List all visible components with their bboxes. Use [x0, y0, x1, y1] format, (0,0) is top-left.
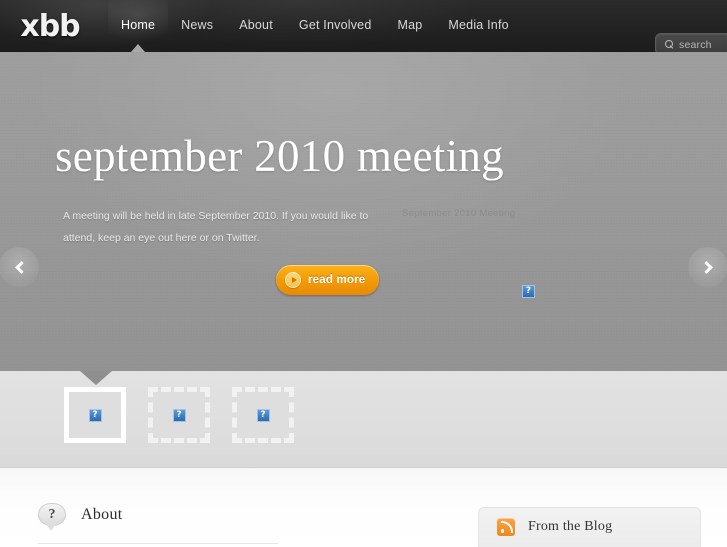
site-logo[interactable]: xbb: [4, 7, 100, 45]
search-box[interactable]: search: [655, 33, 727, 52]
question-bubble-icon: [38, 503, 66, 531]
nav-item-label: Get Involved: [298, 18, 372, 32]
about-section-header: About: [38, 503, 123, 531]
nav-item-about[interactable]: About: [226, 0, 286, 52]
nav-item-get-involved[interactable]: Get Involved: [286, 0, 385, 52]
carousel-prev-button[interactable]: [0, 247, 39, 287]
search-input[interactable]: search: [679, 39, 712, 51]
about-divider: [38, 543, 278, 544]
search-icon: [665, 40, 674, 49]
nav-item-label: Media Info: [448, 18, 509, 32]
read-more-label: read more: [308, 274, 366, 286]
nav-item-media-info[interactable]: Media Info: [435, 0, 521, 52]
thumbnail-item[interactable]: [64, 387, 126, 443]
nav-item-map[interactable]: Map: [384, 0, 435, 52]
broken-image-icon: [522, 285, 535, 298]
thumbnail-strip: [0, 371, 727, 468]
broken-image-icon: [88, 408, 102, 422]
hero-image-alt-text: September 2010 Meeting: [402, 208, 516, 219]
active-thumbnail-pointer: [80, 371, 112, 385]
blog-panel-header: From the Blog: [497, 518, 612, 536]
chevron-right-icon: [699, 260, 713, 274]
carousel-next-button[interactable]: [688, 247, 727, 287]
thumbnail-item[interactable]: [148, 387, 210, 443]
play-circle-icon: [285, 272, 301, 288]
main-navigation: Home News About Get Involved Map Media I…: [108, 0, 522, 52]
broken-image-icon: [256, 408, 270, 422]
nav-item-label: Map: [397, 18, 423, 32]
nav-item-label: Home: [121, 18, 156, 32]
hero-title: september 2010 meeting: [55, 131, 504, 181]
about-section-title: About: [81, 505, 123, 523]
nav-item-label: About: [239, 18, 273, 32]
thumbnail-item[interactable]: [232, 387, 294, 443]
thumbnail-list: [64, 387, 294, 443]
logo-wordmark: xbb: [20, 8, 80, 44]
hero-description: A meeting will be held in late September…: [63, 210, 369, 244]
content-area: About From the Blog: [0, 468, 727, 547]
site-header: xbb Home News About Get Involved Map Med…: [0, 0, 727, 52]
nav-item-label: News: [181, 18, 214, 32]
broken-image-icon: [172, 408, 186, 422]
rss-icon[interactable]: [497, 518, 515, 536]
nav-item-news[interactable]: News: [168, 0, 226, 52]
blog-panel: From the Blog: [478, 507, 701, 547]
nav-item-home[interactable]: Home: [108, 0, 169, 52]
blog-panel-title: From the Blog: [528, 519, 613, 534]
hero-slider: september 2010 meeting A meeting will be…: [0, 52, 727, 371]
read-more-button[interactable]: read more: [276, 265, 379, 295]
chevron-left-icon: [14, 260, 28, 274]
